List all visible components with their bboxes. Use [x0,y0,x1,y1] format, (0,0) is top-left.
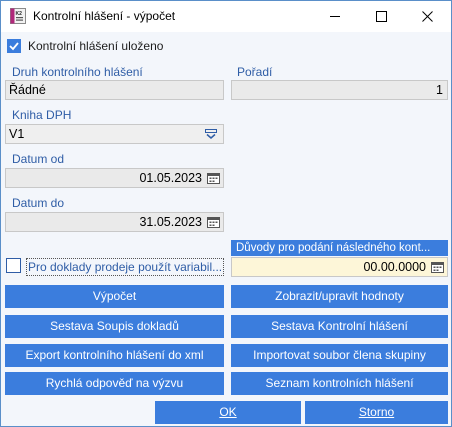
close-button[interactable] [404,1,450,32]
calendar-icon[interactable] [431,261,444,273]
duvody-value: 00.00.0000 [363,260,426,274]
vypocet-button[interactable]: Výpočet [5,285,224,308]
importovat-button[interactable]: Importovat soubor člena skupiny [231,344,448,367]
seznam-button[interactable]: Seznam kontrolních hlášení [231,372,448,395]
saved-checkbox-label: Kontrolní hlášení uloženo [28,39,164,53]
poradi-label: Pořadí [237,65,273,79]
app-icon: K2 [10,8,26,24]
minimize-icon [330,16,340,17]
dropdown-icon [205,129,217,139]
saved-checkbox[interactable] [7,39,21,53]
maximize-icon [376,11,387,22]
variable-checkbox-label: Pro doklady prodeje použít variabil... [28,260,223,274]
duvody-field[interactable]: 00.00.0000 [231,257,448,277]
datum-od-value: 01.05.2023 [139,171,202,185]
duvody-header: Důvody pro podání následného kont... [231,240,448,256]
poradi-field[interactable]: 1 [231,80,448,100]
maximize-button[interactable] [358,1,404,32]
druh-label: Druh kontrolního hlášení [12,65,143,79]
close-icon [422,11,433,22]
kniha-value: V1 [9,127,25,141]
dialog-window: K2 Kontrolní hlášení - výpočet Kontrolní… [0,0,452,427]
export-xml-button[interactable]: Export kontrolního hlášení do xml [5,344,224,367]
datum-od-label: Datum od [12,152,65,166]
dialog-content: Kontrolní hlášení uloženo Druh kontrolní… [1,32,451,426]
window-title: Kontrolní hlášení - výpočet [33,9,176,23]
poradi-value: 1 [436,83,443,97]
minimize-button[interactable] [312,1,358,32]
rychla-odpoved-button[interactable]: Rychlá odpověď na výzvu [5,372,224,395]
datum-od-field[interactable]: 01.05.2023 [5,168,224,188]
title-bar[interactable]: K2 Kontrolní hlášení - výpočet [1,1,451,32]
druh-value: Řádné [9,83,46,97]
sestava-soupis-button[interactable]: Sestava Soupis dokladů [5,315,224,338]
ok-button[interactable]: OK [155,401,301,424]
zobrazit-upravit-button[interactable]: Zobrazit/upravit hodnoty [231,285,448,308]
calendar-icon[interactable] [207,172,220,184]
sestava-kontrolni-button[interactable]: Sestava Kontrolní hlášení [231,315,448,338]
calendar-icon[interactable] [207,216,220,228]
kniha-label: Kniha DPH [12,108,72,122]
datum-do-field[interactable]: 31.05.2023 [5,212,224,232]
checkmark-icon [9,42,19,51]
datum-do-value: 31.05.2023 [139,215,202,229]
datum-do-label: Datum do [12,196,65,210]
svg-text:K2: K2 [16,11,23,17]
kniha-select[interactable]: V1 [5,124,224,144]
variable-checkbox[interactable] [6,258,21,273]
druh-field[interactable]: Řádné [5,80,224,100]
storno-button[interactable]: Storno [305,401,448,424]
